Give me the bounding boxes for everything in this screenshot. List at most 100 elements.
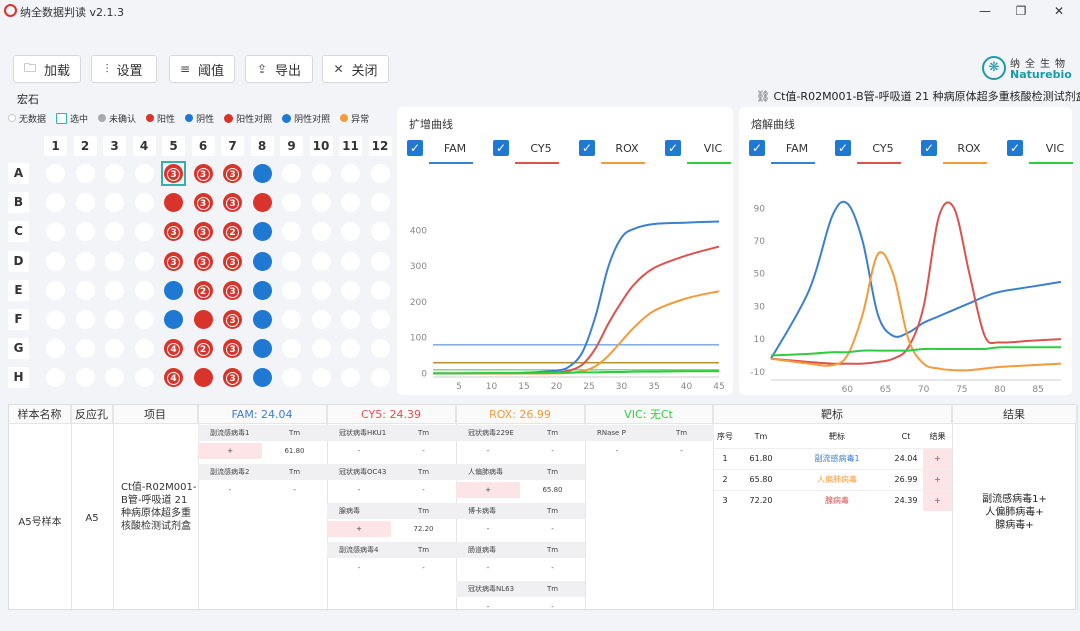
well-F4[interactable]	[134, 310, 154, 329]
channel-toggle-fam[interactable]: ✓ FAM	[749, 137, 817, 164]
well-E5[interactable]	[164, 280, 183, 300]
well-A6[interactable]: 3	[193, 164, 213, 183]
well-B9[interactable]	[282, 193, 301, 213]
well-E9[interactable]	[282, 280, 301, 300]
series-line-cy5[interactable]	[770, 201, 1062, 365]
well-B8[interactable]	[252, 193, 272, 213]
well-H8[interactable]	[252, 368, 272, 388]
well-H6[interactable]	[193, 368, 213, 388]
well-A10[interactable]	[311, 164, 331, 183]
well-F5[interactable]	[164, 310, 183, 329]
well-E10[interactable]	[311, 280, 331, 300]
well-E12[interactable]	[370, 280, 390, 300]
well-D5[interactable]: 3	[164, 251, 183, 271]
well-F12[interactable]	[370, 310, 390, 329]
well-D1[interactable]	[46, 251, 65, 271]
well-H1[interactable]	[46, 368, 65, 388]
well-D4[interactable]	[134, 251, 154, 271]
well-E2[interactable]	[75, 280, 95, 300]
well-C5[interactable]: 3	[164, 222, 183, 242]
well-D10[interactable]	[311, 251, 331, 271]
well-F1[interactable]	[46, 310, 65, 329]
well-H11[interactable]	[341, 368, 360, 388]
channel-toggle-vic[interactable]: ✓ VIC	[665, 137, 733, 164]
well-G3[interactable]	[105, 339, 124, 359]
close-window-icon[interactable]: ✕	[1050, 2, 1068, 20]
target-row[interactable]: 3 72.20 腺病毒 24.39 +	[713, 490, 952, 511]
well-G12[interactable]	[370, 339, 390, 359]
well-H3[interactable]	[105, 368, 124, 388]
well-D11[interactable]	[341, 251, 360, 271]
load-button[interactable]: 🗀 加载	[13, 55, 81, 83]
well-C4[interactable]	[134, 222, 154, 242]
well-F8[interactable]	[252, 310, 272, 329]
well-H7[interactable]: 3	[223, 368, 242, 388]
well-B6[interactable]: 3	[193, 193, 213, 213]
well-C12[interactable]	[370, 222, 390, 242]
target-row[interactable]: 2 65.80 人偏肺病毒 26.99 +	[713, 469, 952, 490]
well-A4[interactable]	[134, 164, 154, 183]
well-A7[interactable]: 3	[223, 164, 242, 183]
well-C9[interactable]	[282, 222, 301, 242]
well-C2[interactable]	[75, 222, 95, 242]
well-C3[interactable]	[105, 222, 124, 242]
well-H9[interactable]	[282, 368, 301, 388]
well-G7[interactable]: 3	[223, 339, 242, 359]
well-G9[interactable]	[282, 339, 301, 359]
well-G6[interactable]: 2	[193, 339, 213, 359]
well-H4[interactable]	[134, 368, 154, 388]
well-G2[interactable]	[75, 339, 95, 359]
well-E4[interactable]	[134, 280, 154, 300]
well-A2[interactable]	[75, 164, 95, 183]
channel-toggle-cy5[interactable]: ✓ CY5	[835, 137, 903, 164]
well-D6[interactable]: 3	[193, 251, 213, 271]
well-B7[interactable]: 3	[223, 193, 242, 213]
well-F10[interactable]	[311, 310, 331, 329]
well-D7[interactable]: 3	[223, 251, 242, 271]
well-G8[interactable]	[252, 339, 272, 359]
well-D3[interactable]	[105, 251, 124, 271]
series-line-vic[interactable]	[432, 370, 720, 375]
series-line-cy5[interactable]	[433, 245, 720, 375]
well-B11[interactable]	[341, 193, 360, 213]
well-B10[interactable]	[311, 193, 331, 213]
well-A11[interactable]	[341, 164, 360, 183]
target-row[interactable]: 1 61.80 副流感病毒1 24.04 +	[713, 448, 952, 469]
well-F7[interactable]: 3	[223, 310, 242, 329]
well-E11[interactable]	[341, 280, 360, 300]
well-A12[interactable]	[370, 164, 390, 183]
well-F9[interactable]	[282, 310, 301, 329]
channel-toggle-cy5[interactable]: ✓ CY5	[493, 137, 561, 164]
series-line-fam[interactable]	[770, 200, 1062, 360]
well-C8[interactable]	[252, 222, 272, 242]
minimize-icon[interactable]: —	[976, 2, 994, 20]
well-A8[interactable]	[252, 164, 272, 183]
well-D8[interactable]	[252, 251, 272, 271]
well-C6[interactable]: 3	[193, 222, 213, 242]
well-D2[interactable]	[75, 251, 95, 271]
well-D9[interactable]	[282, 251, 301, 271]
well-A1[interactable]	[46, 164, 65, 183]
maximize-icon[interactable]: ❐	[1012, 2, 1030, 20]
settings-button[interactable]: ⫶ 设置	[91, 55, 157, 83]
well-B3[interactable]	[105, 193, 124, 213]
well-C7[interactable]: 2	[223, 222, 242, 242]
well-B5[interactable]	[164, 193, 183, 213]
well-B2[interactable]	[75, 193, 95, 213]
well-C10[interactable]	[311, 222, 331, 242]
channel-toggle-rox[interactable]: ✓ ROX	[921, 137, 989, 164]
well-A9[interactable]	[282, 164, 301, 183]
well-C11[interactable]	[341, 222, 360, 242]
well-G11[interactable]	[341, 339, 360, 359]
well-E6[interactable]: 2	[193, 280, 213, 300]
series-line-fam[interactable]	[433, 220, 720, 375]
well-F6[interactable]	[193, 310, 213, 329]
well-A3[interactable]	[105, 164, 124, 183]
well-C1[interactable]	[46, 222, 65, 242]
well-H5[interactable]: 4	[164, 368, 183, 388]
channel-toggle-fam[interactable]: ✓ FAM	[407, 137, 475, 164]
well-H10[interactable]	[311, 368, 331, 388]
well-E1[interactable]	[46, 280, 65, 300]
well-F11[interactable]	[341, 310, 360, 329]
well-D12[interactable]	[370, 251, 390, 271]
